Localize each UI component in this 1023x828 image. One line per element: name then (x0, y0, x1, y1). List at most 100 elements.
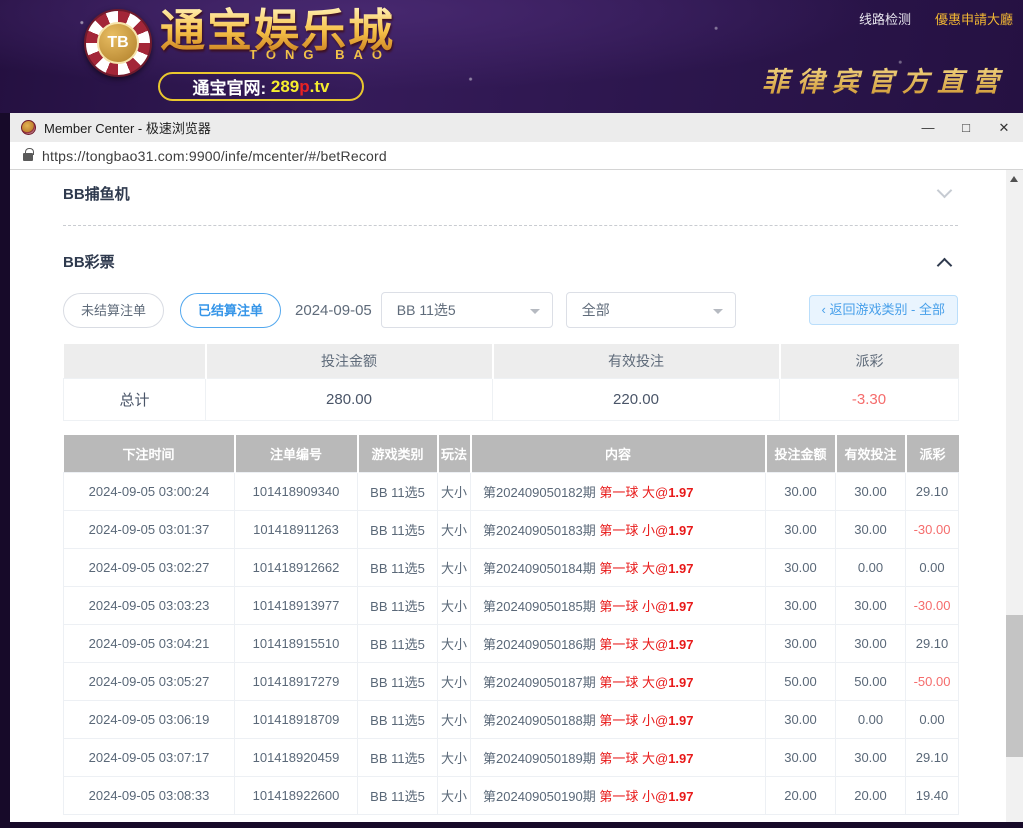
summary-total-row: 总计 280.00 220.00 -3.30 (64, 378, 959, 420)
play-type-cell: 大小 (438, 625, 471, 663)
payout-cell: -30.00 (906, 587, 959, 625)
bet-id-cell: 101418920459 (235, 739, 358, 777)
bet-time-cell: 2024-09-05 03:02:27 (64, 549, 235, 587)
bet-content-cell: 第202409050186期 第一球 大@1.97 (471, 625, 766, 663)
valid-bet-cell: 30.00 (836, 625, 906, 663)
bet-id-cell: 101418915510 (235, 625, 358, 663)
type-select[interactable]: 全部 (566, 292, 736, 328)
window-titlebar: Member Center - 极速浏览器 — □ ✕ (10, 113, 1023, 142)
bet-content-cell: 第202409050188期 第一球 小@1.97 (471, 701, 766, 739)
chevron-down-icon[interactable] (937, 183, 953, 199)
table-header-cell: 派彩 (906, 435, 959, 473)
section-lottery[interactable]: BB彩票 (63, 251, 958, 272)
bet-pick: 第一球 大@1.97 (599, 751, 693, 766)
official-label: 通宝官网: (192, 74, 266, 99)
back-to-category-button[interactable]: ‹ 返回游戏类别 - 全部 (809, 295, 959, 325)
bet-content-cell: 第202409050184期 第一球 大@1.97 (471, 549, 766, 587)
site-logo: TB 通宝娱乐城 TONG BAO (84, 5, 395, 77)
bet-period: 第202409050182期 (483, 485, 599, 500)
settled-tab[interactable]: 已结算注单 (180, 293, 281, 328)
table-header-cell: 注单编号 (235, 435, 358, 473)
table-header-row: 下注时间注单编号游戏类别玩法内容投注金额有效投注派彩 (64, 435, 959, 473)
vertical-scrollbar[interactable] (1006, 170, 1023, 822)
valid-bet-cell: 30.00 (836, 587, 906, 625)
bet-amount-cell: 30.00 (766, 739, 836, 777)
nav-line-check[interactable]: 线路检测 (859, 9, 911, 28)
bet-content-cell: 第202409050187期 第一球 大@1.97 (471, 663, 766, 701)
game-type-cell: BB 11选5 (358, 473, 438, 511)
chip-tb-label: TB (97, 22, 139, 64)
bet-amount-cell: 30.00 (766, 587, 836, 625)
summary-bet-amount: 280.00 (206, 378, 493, 420)
payout-cell: -50.00 (906, 663, 959, 701)
favicon-icon (21, 120, 36, 135)
table-header-cell: 下注时间 (64, 435, 235, 473)
address-bar[interactable]: https://tongbao31.com:9900/infe/mcenter/… (10, 142, 1023, 170)
window-title: Member Center - 极速浏览器 (44, 118, 211, 137)
official-p: p (299, 77, 309, 97)
section-fishing[interactable]: BB捕鱼机 (63, 183, 958, 204)
summary-header-cell (64, 344, 206, 378)
payout-cell: 29.10 (906, 625, 959, 663)
logo-title: 通宝娱乐城 (160, 5, 395, 57)
chevron-up-icon[interactable] (937, 258, 953, 274)
bet-period: 第202409050185期 (483, 599, 599, 614)
select-caret-icon (530, 309, 540, 314)
play-type-cell: 大小 (438, 701, 471, 739)
bet-odds: 1.97 (668, 751, 693, 766)
bet-odds: 1.97 (668, 789, 693, 804)
official-site-badge: 通宝官网: 289p.tv (158, 72, 364, 101)
unsettled-tab[interactable]: 未结算注单 (63, 293, 164, 328)
url-text[interactable]: https://tongbao31.com:9900/infe/mcenter/… (42, 148, 387, 164)
bet-content-cell: 第202409050185期 第一球 小@1.97 (471, 587, 766, 625)
bet-odds: 1.97 (668, 713, 693, 728)
valid-bet-cell: 0.00 (836, 701, 906, 739)
bet-pick: 第一球 小@1.97 (599, 523, 693, 538)
game-type-cell: BB 11选5 (358, 549, 438, 587)
bet-id-cell: 101418918709 (235, 701, 358, 739)
bet-time-cell: 2024-09-05 03:03:23 (64, 587, 235, 625)
table-row: 2024-09-05 03:05:27101418917279BB 11选5大小… (64, 663, 959, 701)
summary-header-cell: 派彩 (780, 344, 959, 378)
bet-odds: 1.97 (668, 485, 693, 500)
bet-id-cell: 101418912662 (235, 549, 358, 587)
play-type-cell: 大小 (438, 739, 471, 777)
game-type-cell: BB 11选5 (358, 739, 438, 777)
valid-bet-cell: 20.00 (836, 777, 906, 815)
date-label[interactable]: 2024-09-05 (295, 302, 372, 319)
table-row: 2024-09-05 03:04:21101418915510BB 11选5大小… (64, 625, 959, 663)
bet-time-cell: 2024-09-05 03:00:24 (64, 473, 235, 511)
bet-amount-cell: 20.00 (766, 777, 836, 815)
valid-bet-cell: 50.00 (836, 663, 906, 701)
bet-id-cell: 101418909340 (235, 473, 358, 511)
bet-amount-cell: 30.00 (766, 473, 836, 511)
payout-cell: -30.00 (906, 511, 959, 549)
bet-period: 第202409050189期 (483, 751, 599, 766)
maximize-button[interactable]: □ (947, 113, 985, 142)
bet-time-cell: 2024-09-05 03:07:17 (64, 739, 235, 777)
browser-window: Member Center - 极速浏览器 — □ ✕ https://tong… (10, 113, 1023, 822)
game-select-value: BB 11选5 (397, 300, 456, 320)
game-type-cell: BB 11选5 (358, 625, 438, 663)
official-number: 289 (271, 77, 299, 97)
bet-id-cell: 101418922600 (235, 777, 358, 815)
scroll-up-arrow-icon[interactable] (1010, 176, 1018, 182)
bet-amount-cell: 50.00 (766, 663, 836, 701)
valid-bet-cell: 0.00 (836, 549, 906, 587)
table-row: 2024-09-05 03:06:19101418918709BB 11选5大小… (64, 701, 959, 739)
game-type-cell: BB 11选5 (358, 663, 438, 701)
table-header-cell: 游戏类别 (358, 435, 438, 473)
bet-period: 第202409050186期 (483, 637, 599, 652)
scrollbar-thumb[interactable] (1006, 615, 1023, 757)
summary-total-label: 总计 (64, 378, 206, 420)
summary-table: 投注金额有效投注派彩 总计 280.00 220.00 -3.30 (63, 344, 959, 421)
valid-bet-cell: 30.00 (836, 739, 906, 777)
bet-id-cell: 101418917279 (235, 663, 358, 701)
game-type-cell: BB 11选5 (358, 701, 438, 739)
nav-promo-hall[interactable]: 優惠申請大廳 (935, 9, 1013, 28)
game-select[interactable]: BB 11选5 (381, 292, 553, 328)
bet-time-cell: 2024-09-05 03:01:37 (64, 511, 235, 549)
close-button[interactable]: ✕ (985, 113, 1023, 142)
bet-id-cell: 101418911263 (235, 511, 358, 549)
minimize-button[interactable]: — (909, 113, 947, 142)
